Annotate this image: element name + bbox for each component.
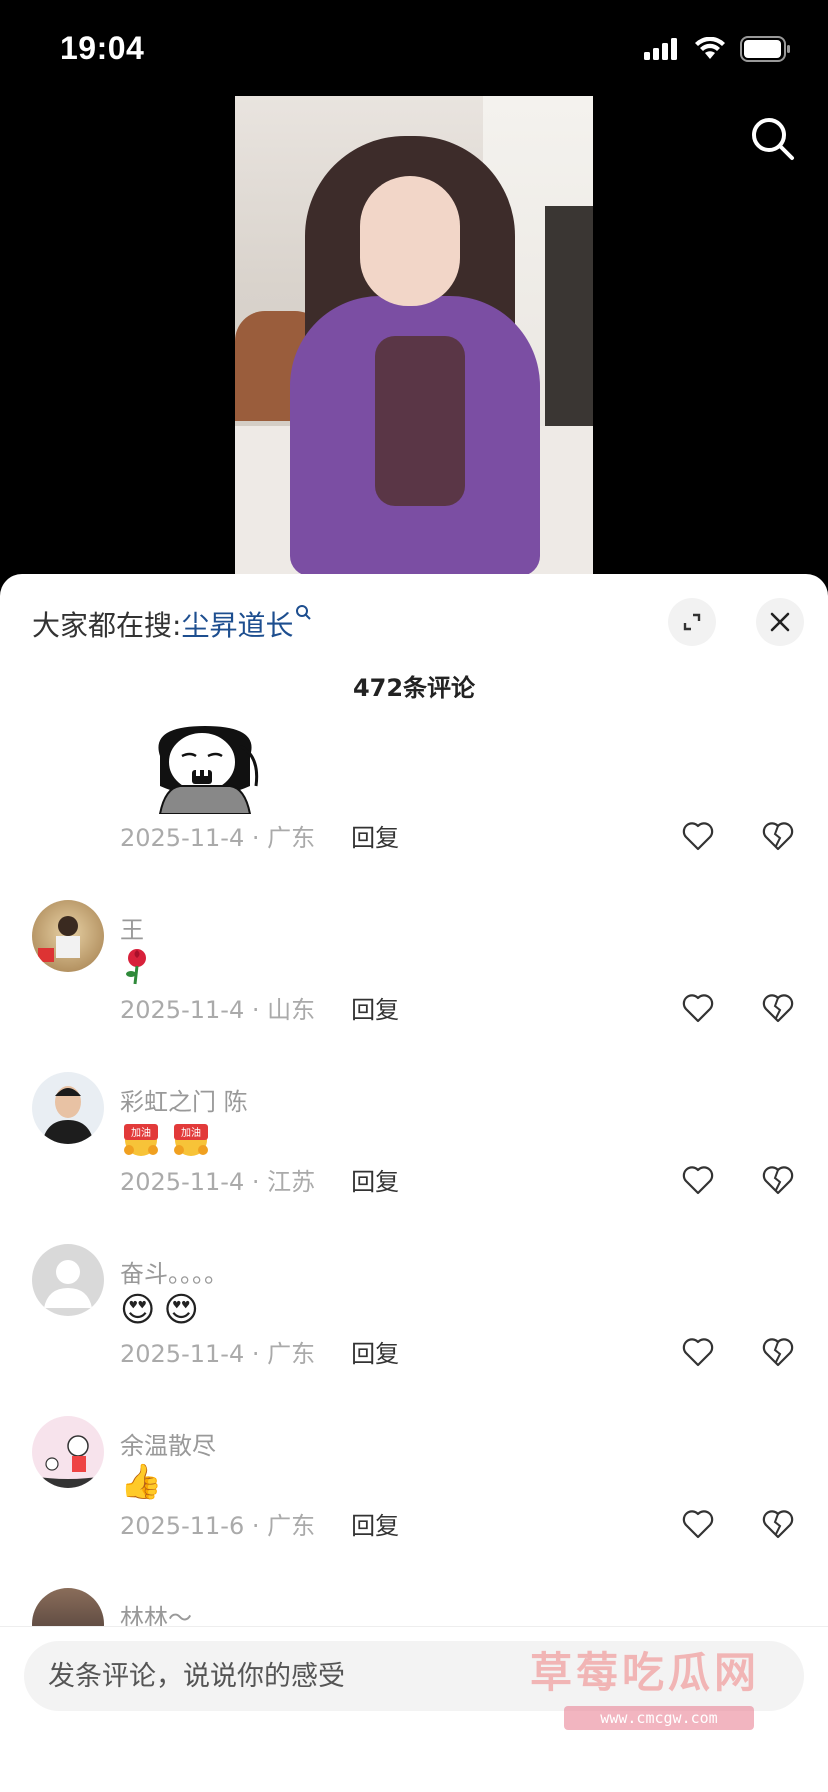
broken-heart-icon[interactable] bbox=[760, 1506, 796, 1542]
jiayou-emoji-icon: 加油 bbox=[174, 1124, 208, 1156]
comment-content: 👍 bbox=[120, 1462, 162, 1502]
comment-username[interactable]: 余温散尽 bbox=[120, 1426, 216, 1461]
heart-icon[interactable] bbox=[680, 1162, 716, 1198]
reply-button[interactable]: 回复 bbox=[351, 1168, 399, 1196]
wifi-icon bbox=[695, 37, 725, 59]
jiayou-emoji-icon: 加油 bbox=[124, 1124, 158, 1156]
video-person-top bbox=[375, 336, 465, 506]
comment-date-location: 2025-11-4 · 广东 bbox=[120, 1340, 316, 1368]
heart-icon[interactable] bbox=[680, 818, 716, 854]
comment-content bbox=[120, 946, 154, 986]
trending-search[interactable]: 大家都在搜:尘昇道长 bbox=[32, 604, 312, 644]
broken-heart-icon[interactable] bbox=[760, 990, 796, 1026]
comment-username[interactable]: 奋斗。。。。 bbox=[120, 1254, 228, 1289]
avatar[interactable] bbox=[32, 1416, 104, 1488]
heart-icon[interactable] bbox=[680, 990, 716, 1026]
broken-heart-icon[interactable] bbox=[760, 818, 796, 854]
video-player[interactable] bbox=[235, 96, 593, 574]
comment-username[interactable]: 彩虹之门 陈 bbox=[120, 1082, 248, 1117]
broken-heart-icon[interactable] bbox=[760, 1334, 796, 1370]
comment-meta: 2025-11-4 · 山东 回复 bbox=[120, 990, 399, 1025]
search-icon[interactable] bbox=[748, 114, 796, 162]
status-icons bbox=[644, 36, 792, 62]
avatar[interactable] bbox=[32, 1244, 104, 1316]
svg-text:加油: 加油 bbox=[131, 1126, 151, 1139]
video-person-face bbox=[360, 176, 460, 306]
comment-date-location: 2025-11-4 · 山东 bbox=[120, 996, 316, 1024]
comment-sheet: 大家都在搜:尘昇道长 472条评论 2025-11-4 · 广东 回复 王 20… bbox=[0, 574, 828, 1792]
comment-meta: 2025-11-4 · 江苏 回复 bbox=[120, 1162, 399, 1197]
comment-username[interactable]: 王 bbox=[120, 910, 144, 945]
trending-keyword[interactable]: 尘昇道长 bbox=[181, 609, 293, 642]
expand-icon bbox=[683, 613, 701, 631]
avatar[interactable] bbox=[32, 900, 104, 972]
comment-meta: 2025-11-4 · 广东 回复 bbox=[120, 818, 399, 853]
broken-heart-icon[interactable] bbox=[760, 1162, 796, 1198]
reply-button[interactable]: 回复 bbox=[351, 1512, 399, 1540]
avatar[interactable] bbox=[32, 1588, 104, 1626]
comment-meta: 2025-11-4 · 广东 回复 bbox=[120, 1334, 399, 1369]
reply-button[interactable]: 回复 bbox=[351, 996, 399, 1024]
avatar-image bbox=[38, 916, 80, 962]
comment-meta: 2025-11-6 · 广东 回复 bbox=[120, 1506, 399, 1541]
heart-eyes-emoji-icon: 😍 bbox=[120, 1290, 156, 1330]
comment-date-location: 2025-11-6 · 广东 bbox=[120, 1512, 316, 1540]
comment-input-bar: 草莓吃瓜网 www.cmcgw.com bbox=[0, 1626, 828, 1792]
signal-icon bbox=[644, 38, 677, 60]
close-button[interactable] bbox=[756, 598, 804, 646]
comment-content: 加油 加油 bbox=[120, 1118, 212, 1158]
avatar-image bbox=[42, 1086, 94, 1144]
avatar-image bbox=[32, 1435, 104, 1488]
comment-date-location: 2025-11-4 · 江苏 bbox=[120, 1168, 316, 1196]
comment-content: 😍 😍 bbox=[120, 1290, 199, 1330]
reply-button[interactable]: 回复 bbox=[351, 1340, 399, 1368]
heart-icon[interactable] bbox=[680, 1506, 716, 1542]
status-time: 19:04 bbox=[60, 30, 145, 66]
trending-prefix: 大家都在搜: bbox=[32, 609, 182, 642]
comment-input[interactable] bbox=[24, 1641, 804, 1711]
rose-emoji-icon bbox=[126, 949, 146, 985]
status-bar: 19:04 bbox=[0, 0, 828, 96]
heart-eyes-emoji-icon: 😍 bbox=[163, 1290, 199, 1330]
battery-icon bbox=[740, 36, 790, 62]
avatar[interactable] bbox=[32, 1072, 104, 1144]
comment-username[interactable]: 林林～ bbox=[120, 1598, 192, 1626]
comment-list: 2025-11-4 · 广东 回复 王 2025-11-4 · 山东 回复 彩虹之门… bbox=[0, 726, 828, 1626]
meme-sticker[interactable] bbox=[120, 726, 290, 814]
keyword-search-icon bbox=[296, 605, 312, 620]
reply-button[interactable]: 回复 bbox=[351, 824, 399, 852]
heart-icon[interactable] bbox=[680, 1334, 716, 1370]
meme-face-image bbox=[158, 726, 259, 814]
svg-text:加油: 加油 bbox=[181, 1126, 201, 1139]
thumbs-up-emoji-icon: 👍 bbox=[120, 1462, 163, 1502]
default-avatar-icon bbox=[44, 1260, 92, 1308]
comment-count: 472条评论 bbox=[352, 674, 476, 702]
comment-date-location: 2025-11-4 · 广东 bbox=[120, 824, 316, 852]
expand-button[interactable] bbox=[668, 598, 716, 646]
close-icon bbox=[770, 612, 790, 632]
